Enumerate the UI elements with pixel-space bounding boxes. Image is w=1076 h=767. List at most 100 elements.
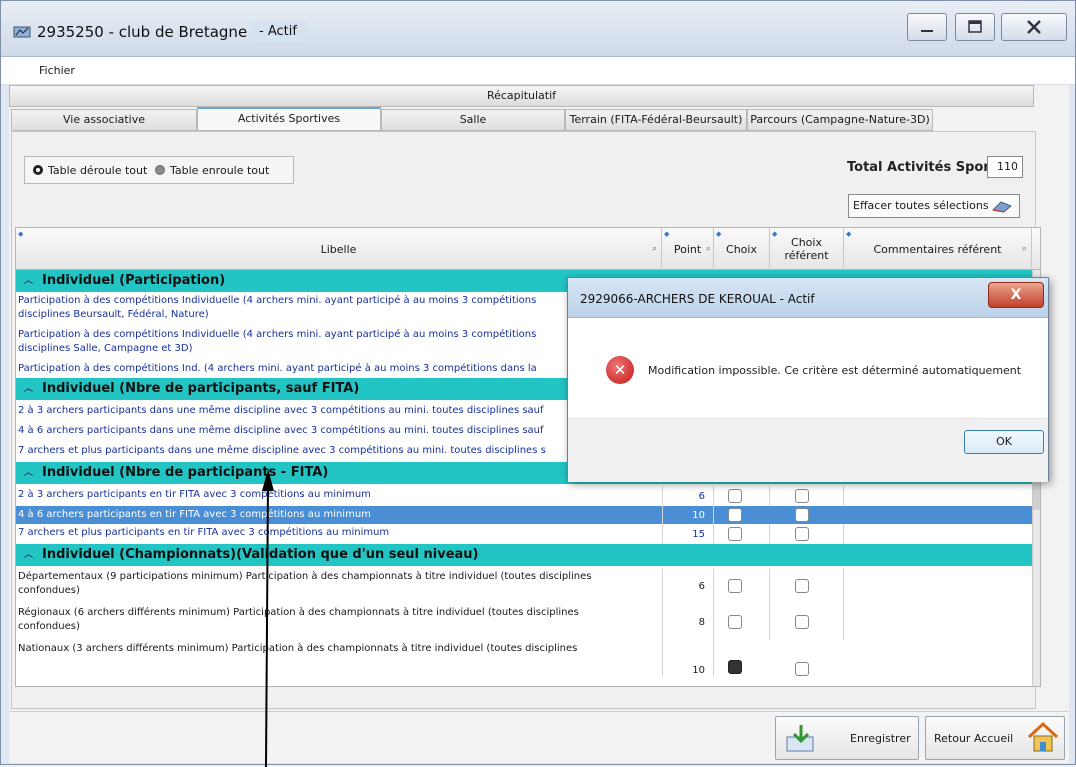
window-title: 2935250 - club de Bretagne	[37, 23, 248, 41]
table-row[interactable]: Nationaux (3 archers différents minimum)…	[16, 640, 1032, 676]
home-label: Retour Accueil	[934, 732, 1014, 745]
maximize-icon	[968, 20, 982, 33]
choix-checkbox[interactable]	[728, 579, 742, 593]
column-header-libelle[interactable]: ◆ Libelle ⌕	[16, 228, 662, 270]
clear-selections-label: Effacer toutes sélections	[853, 199, 989, 212]
sort-icon: ◆	[664, 230, 670, 238]
row-libelle: 4 à 6 archers participants dans une même…	[18, 425, 544, 436]
collapse-icon: ︿	[24, 276, 34, 286]
table-row[interactable]: Régionaux (6 archers différents minimum)…	[16, 604, 1032, 640]
radio-on-icon	[33, 165, 43, 175]
sort-icon: ◆	[772, 230, 778, 238]
row-libelle: Participation à des compétitions Ind. (4…	[18, 363, 537, 374]
row-libelle: 2 à 3 archers participants dans une même…	[18, 405, 544, 416]
table-row-selected[interactable]: 4 à 6 archers participants en tir FITA a…	[16, 506, 1032, 524]
choix-referent-checkbox[interactable]	[795, 579, 809, 593]
choix-referent-checkbox[interactable]	[795, 508, 809, 522]
menu-fichier[interactable]: Fichier	[39, 64, 75, 77]
title-bar: 2935250 - club de Bretagne - Actif	[1, 1, 1075, 57]
choix-referent-checkbox[interactable]	[795, 489, 809, 503]
column-divider	[843, 486, 844, 506]
group-header[interactable]: ︿ Individuel (Championnats)(Validation q…	[16, 544, 1032, 566]
dialog-title-bar: 2929066-ARCHERS DE KEROUAL - Actif X	[568, 278, 1048, 318]
footer-bar: Enregistrer Retour Accueil	[9, 711, 1069, 763]
dialog-close-icon: X	[1010, 287, 1022, 303]
eraser-icon	[992, 201, 1012, 213]
row-libelle-line: confondues)	[18, 621, 80, 632]
minimize-button[interactable]	[907, 13, 947, 41]
tab-activites-sportives[interactable]: Activités Sportives	[197, 107, 381, 131]
dialog-close-button[interactable]: X	[988, 282, 1044, 308]
choix-referent-checkbox[interactable]	[795, 615, 809, 629]
tab-recapitulatif[interactable]: Récapitulatif	[9, 85, 1034, 107]
sort-icon: ◆	[18, 230, 24, 238]
close-icon	[1027, 20, 1041, 34]
dialog-title: 2929066-ARCHERS DE KEROUAL - Actif	[580, 292, 815, 306]
choix-referent-checkbox[interactable]	[795, 527, 809, 541]
row-point: 10	[662, 640, 714, 676]
table-display-options: Table déroule tout Table enroule tout	[24, 156, 294, 184]
choix-checkbox[interactable]	[728, 489, 742, 503]
header-libelle-label: Libelle	[320, 242, 357, 256]
choix-checkbox[interactable]	[728, 615, 742, 629]
radio-collapse-label: Table enroule tout	[170, 164, 270, 177]
column-header-commentaires[interactable]: ◆ Commentaires référent ⌕	[844, 228, 1032, 270]
row-point: 6	[662, 486, 714, 506]
radio-expand-all[interactable]: Table déroule tout	[33, 164, 147, 177]
column-header-choix-referent[interactable]: ◆ Choix référent	[770, 228, 844, 270]
window-status: - Actif	[251, 21, 307, 42]
choix-checkbox[interactable]	[728, 508, 742, 522]
maximize-button[interactable]	[955, 13, 995, 41]
column-divider	[769, 524, 770, 544]
header-commentaires-label: Commentaires référent	[873, 242, 1002, 256]
filter-icon[interactable]: ⌕	[706, 244, 711, 254]
table-row[interactable]: 7 archers et plus participants en tir FI…	[16, 524, 1032, 544]
row-point: 8	[662, 604, 714, 640]
tab-vie-associative[interactable]: Vie associative	[11, 109, 197, 131]
table-row[interactable]: Départementaux (9 participations minimum…	[16, 568, 1032, 604]
table-row[interactable]: 2 à 3 archers participants en tir FITA a…	[16, 486, 1032, 506]
dialog-message: Modification impossible. Ce critère est …	[648, 364, 1022, 377]
radio-off-icon	[155, 165, 165, 175]
tab-salle[interactable]: Salle	[381, 109, 565, 131]
main-window: 2935250 - club de Bretagne - Actif Fichi…	[0, 0, 1076, 767]
choix-checkbox[interactable]	[728, 527, 742, 541]
clear-selections-button[interactable]: Effacer toutes sélections	[848, 194, 1020, 218]
save-button[interactable]: Enregistrer	[775, 716, 919, 760]
save-label: Enregistrer	[850, 732, 911, 745]
filter-icon[interactable]: ⌕	[1022, 244, 1027, 254]
column-divider	[843, 524, 844, 544]
total-activites-field[interactable]: 110	[987, 156, 1023, 178]
radio-expand-label: Table déroule tout	[48, 164, 148, 177]
save-icon	[786, 725, 814, 752]
row-libelle-line: confondues)	[18, 585, 80, 596]
tab-terrain[interactable]: Terrain (FITA-Fédéral-Beursault)	[565, 109, 747, 131]
app-icon	[13, 26, 31, 38]
error-icon: ✕	[606, 356, 634, 384]
row-libelle-line: Participation à des compétitions Individ…	[18, 329, 537, 340]
radio-collapse-all[interactable]: Table enroule tout	[155, 164, 269, 177]
choix-referent-checkbox[interactable]	[795, 662, 809, 676]
collapse-icon: ︿	[24, 550, 34, 560]
row-libelle: 7 archers et plus participants en tir FI…	[18, 527, 390, 538]
row-libelle: 7 archers et plus participants dans une …	[18, 445, 546, 456]
row-point: 15	[662, 524, 714, 544]
error-dialog: 2929066-ARCHERS DE KEROUAL - Actif X ✕ M…	[567, 277, 1049, 482]
dialog-ok-button[interactable]: OK	[964, 430, 1044, 454]
row-libelle-line: disciplines Beursault, Fédéral, Nature)	[18, 309, 209, 320]
close-button[interactable]	[1001, 13, 1067, 41]
column-header-choix[interactable]: ◆ Choix	[714, 228, 770, 270]
sort-icon: ◆	[716, 230, 722, 238]
filter-icon[interactable]: ⌕	[652, 244, 657, 254]
sort-icon: ◆	[846, 230, 852, 238]
column-divider	[769, 568, 770, 604]
row-libelle-line: Départementaux (9 participations minimum…	[18, 571, 592, 582]
choix-checkbox-checked[interactable]	[728, 660, 742, 674]
column-divider	[769, 486, 770, 506]
row-libelle-line: Participation à des compétitions Individ…	[18, 295, 537, 306]
column-divider	[843, 568, 844, 604]
tab-parcours[interactable]: Parcours (Campagne-Nature-3D)	[747, 109, 933, 131]
total-activites-label: Total Activités Sporti	[847, 160, 1001, 175]
column-header-point[interactable]: ◆ Point ⌕	[662, 228, 714, 270]
home-button[interactable]: Retour Accueil	[925, 716, 1065, 760]
